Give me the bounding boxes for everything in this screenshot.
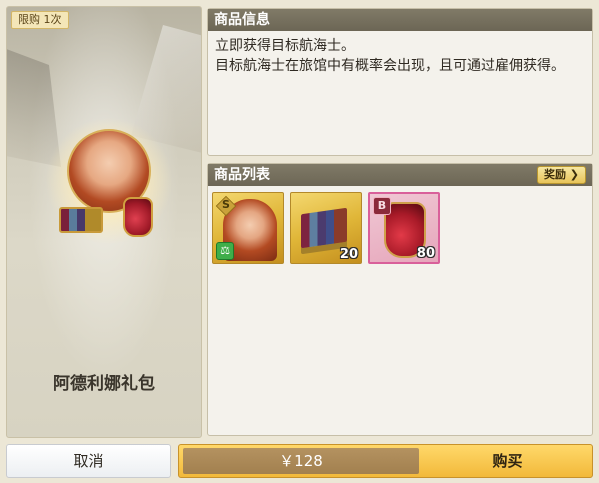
item-slot-potion[interactable]: B 80 bbox=[368, 192, 440, 264]
rank-label: S bbox=[222, 198, 230, 211]
price-label: ￥128 bbox=[183, 448, 419, 474]
item-quantity: 20 bbox=[339, 247, 358, 262]
gift-banner: 限购 1次 阿德利娜礼包 bbox=[6, 6, 202, 438]
purchase-limit-badge: 限购 1次 bbox=[11, 11, 69, 29]
product-description: 立即获得目标航海士。 目标航海士在旅馆中有概率会出现，且可通过雇佣获得。 bbox=[208, 31, 592, 81]
product-info-title: 商品信息 bbox=[208, 9, 592, 31]
gift-pack-name: 阿德利娜礼包 bbox=[53, 374, 155, 394]
description-line: 立即获得目标航海士。 bbox=[215, 38, 355, 54]
potion-bottle-icon bbox=[123, 197, 153, 237]
product-info-panel: 商品信息 立即获得目标航海士。 目标航海士在旅馆中有概率会出现，且可通过雇佣获得… bbox=[207, 8, 593, 156]
cancel-button[interactable]: 取消 bbox=[6, 444, 171, 478]
book-set-icon bbox=[59, 207, 103, 233]
item-slot-navigator[interactable]: S ⚖ bbox=[212, 192, 284, 264]
buy-button[interactable]: ￥128 购买 bbox=[178, 444, 593, 478]
description-line: 目标航海士在旅馆中有概率会出现，且可通过雇佣获得。 bbox=[215, 58, 565, 74]
scales-icon: ⚖ bbox=[216, 242, 234, 260]
product-list-title: 商品列表 bbox=[208, 164, 592, 186]
rank-badge-icon: B bbox=[373, 197, 391, 215]
item-slot-books[interactable]: 20 bbox=[290, 192, 362, 264]
book-set-icon bbox=[301, 207, 347, 249]
gift-pack-artwork bbox=[45, 117, 173, 245]
product-list-panel: 商品列表 奖励 ❯ S ⚖ 20 B 80 bbox=[207, 163, 593, 436]
buy-label: 购买 bbox=[492, 452, 523, 470]
item-quantity: 80 bbox=[416, 246, 435, 261]
reward-button[interactable]: 奖励 ❯ bbox=[536, 166, 586, 184]
